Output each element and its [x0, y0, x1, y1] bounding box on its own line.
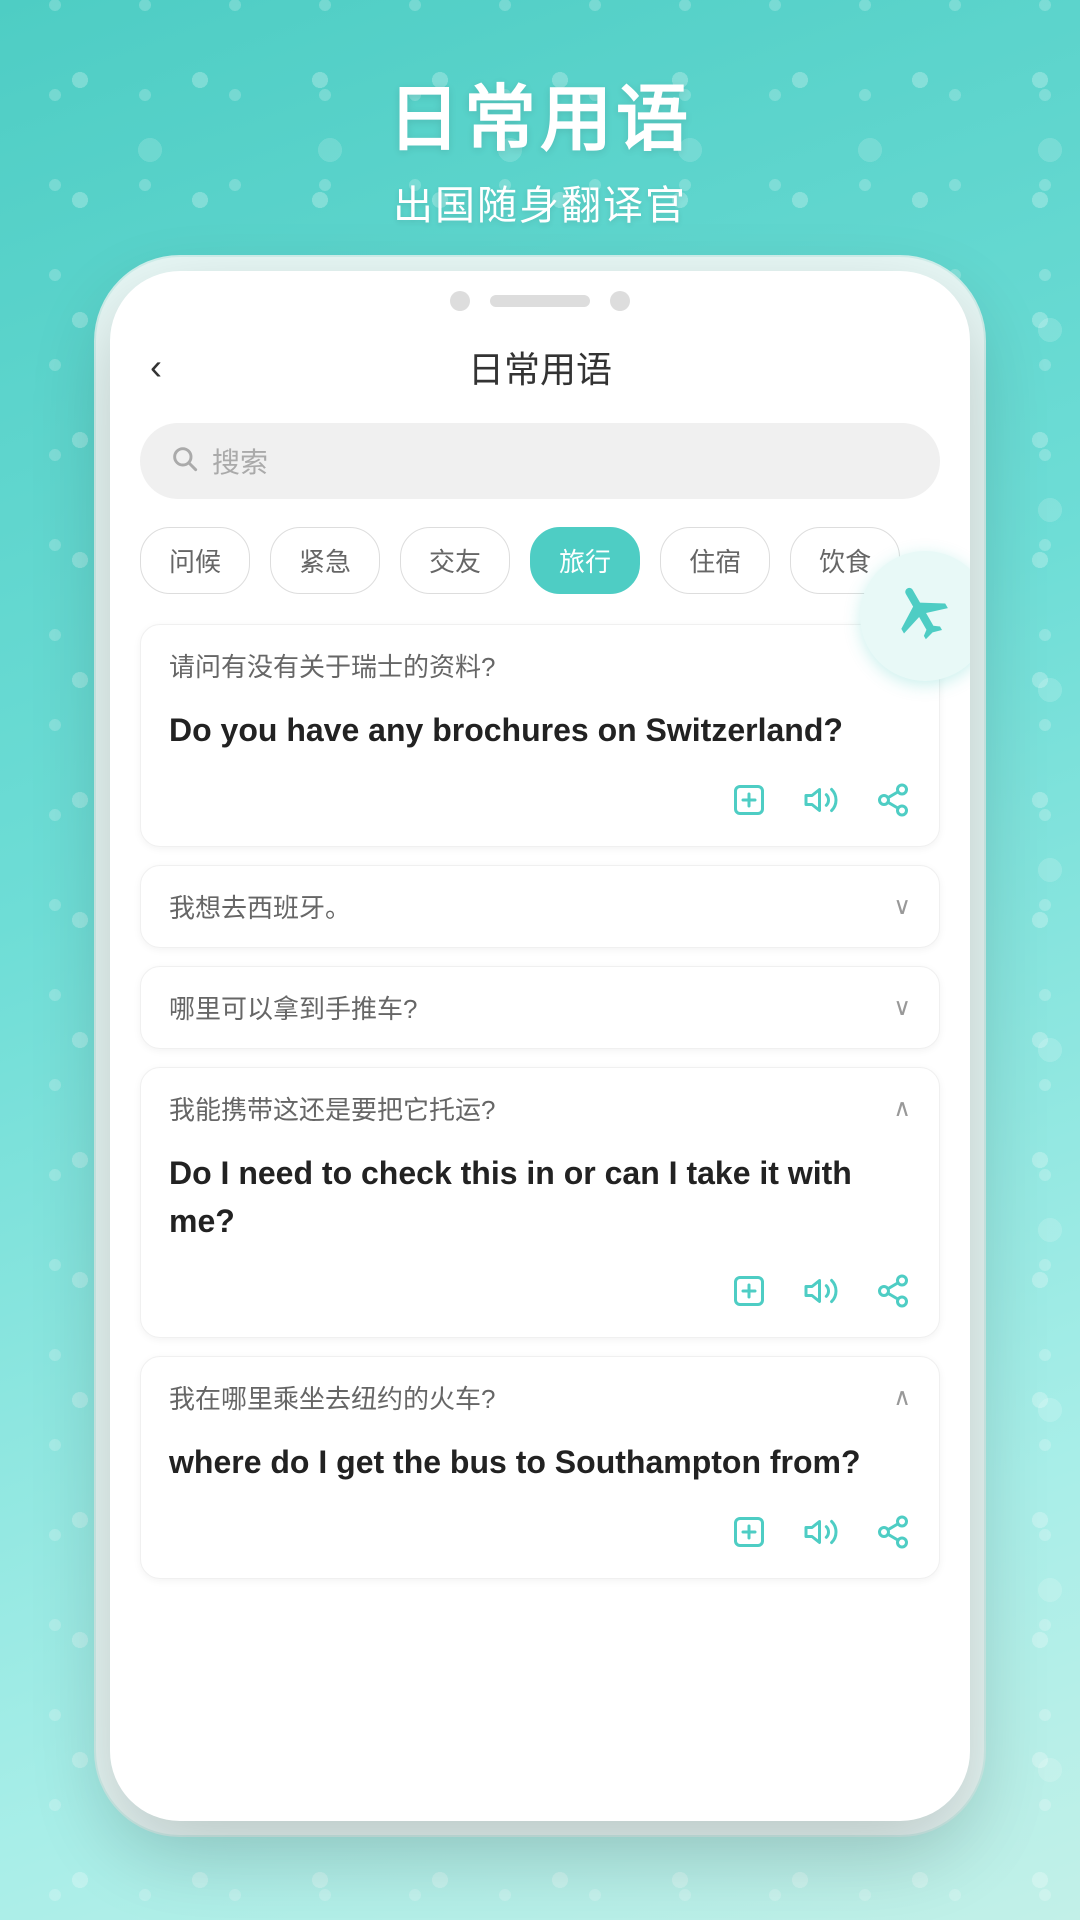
sound-icon-4[interactable]: [803, 1273, 839, 1317]
phrase-card-2-header[interactable]: 我想去西班牙。 ∨: [141, 866, 939, 947]
search-icon: [170, 444, 198, 479]
header-title: 日常用语: [0, 60, 1080, 165]
phrase-card-3-chinese: 哪里可以拿到手推车?: [169, 989, 417, 1026]
phrase-card-2-chinese: 我想去西班牙。: [169, 888, 351, 925]
nav-title: 日常用语: [468, 341, 612, 393]
tab-urgent[interactable]: 紧急: [270, 527, 380, 594]
header-subtitle: 出国随身翻译官: [0, 173, 1080, 231]
share-icon-5[interactable]: [875, 1514, 911, 1558]
phrase-card-1: 请问有没有关于瑞士的资料? ∧ Do you have any brochure…: [140, 624, 940, 847]
add-icon-5[interactable]: [731, 1514, 767, 1558]
phrase-card-5-english: where do I get the bus to Southampton fr…: [169, 1438, 911, 1486]
sound-icon-1[interactable]: [803, 782, 839, 826]
search-bar[interactable]: 搜索: [140, 423, 940, 499]
phrase-card-1-actions: [169, 774, 911, 826]
phrase-card-5-header[interactable]: 我在哪里乘坐去纽约的火车? ∧: [141, 1357, 939, 1438]
phrase-card-4-english: Do I need to check this in or can I take…: [169, 1149, 911, 1245]
phrase-card-1-chinese: 请问有没有关于瑞士的资料?: [169, 647, 495, 684]
phrase-card-5-actions: [169, 1506, 911, 1558]
phrase-card-2-chevron: ∨: [893, 892, 911, 921]
sound-icon-5[interactable]: [803, 1514, 839, 1558]
app-content: ‹ 日常用语 搜索 问候 紧急 交友 旅行 住宿 饮: [110, 321, 970, 1627]
phrase-card-5-chevron: ∧: [893, 1383, 911, 1412]
phrase-card-5: 我在哪里乘坐去纽约的火车? ∧ where do I get the bus t…: [140, 1356, 940, 1579]
plane-icon: [878, 567, 970, 666]
phrase-card-3-chevron: ∨: [893, 993, 911, 1022]
phrase-card-3-header[interactable]: 哪里可以拿到手推车? ∨: [141, 967, 939, 1048]
phone-speaker: [490, 295, 590, 307]
phrase-card-4-body: Do I need to check this in or can I take…: [141, 1149, 939, 1337]
tab-social[interactable]: 交友: [400, 527, 510, 594]
phrase-card-1-body: Do you have any brochures on Switzerland…: [141, 706, 939, 846]
tab-greet[interactable]: 问候: [140, 527, 250, 594]
phrase-card-5-chinese: 我在哪里乘坐去纽约的火车?: [169, 1379, 495, 1416]
phrase-card-4-header[interactable]: 我能携带这还是要把它托运? ∧: [141, 1068, 939, 1149]
phone-camera: [450, 291, 470, 311]
category-tabs: 问候 紧急 交友 旅行 住宿 饮食: [140, 527, 940, 594]
phrase-card-1-english: Do you have any brochures on Switzerland…: [169, 706, 911, 754]
share-icon-1[interactable]: [875, 782, 911, 826]
back-button[interactable]: ‹: [140, 336, 172, 398]
phrase-card-1-header[interactable]: 请问有没有关于瑞士的资料? ∧: [141, 625, 939, 706]
add-icon-4[interactable]: [731, 1273, 767, 1317]
tab-travel[interactable]: 旅行: [530, 527, 640, 594]
phrase-card-4-actions: [169, 1265, 911, 1317]
phrase-card-2: 我想去西班牙。 ∨: [140, 865, 940, 948]
phone-camera-2: [610, 291, 630, 311]
tab-stay[interactable]: 住宿: [660, 527, 770, 594]
phrase-card-5-body: where do I get the bus to Southampton fr…: [141, 1438, 939, 1578]
phrase-card-4-chevron: ∧: [893, 1094, 911, 1123]
phone-top-bar: [110, 271, 970, 321]
header-section: 日常用语 出国随身翻译官: [0, 0, 1080, 271]
phrase-card-4-chinese: 我能携带这还是要把它托运?: [169, 1090, 495, 1127]
phrase-card-4: 我能携带这还是要把它托运? ∧ Do I need to check this …: [140, 1067, 940, 1338]
search-placeholder: 搜索: [212, 441, 268, 481]
add-icon-1[interactable]: [731, 782, 767, 826]
nav-bar: ‹ 日常用语: [140, 321, 940, 423]
phone-mockup: ‹ 日常用语 搜索 问候 紧急 交友 旅行 住宿 饮: [110, 271, 970, 1821]
phrase-card-3: 哪里可以拿到手推车? ∨: [140, 966, 940, 1049]
share-icon-4[interactable]: [875, 1273, 911, 1317]
phone-container: ‹ 日常用语 搜索 问候 紧急 交友 旅行 住宿 饮: [0, 271, 1080, 1821]
